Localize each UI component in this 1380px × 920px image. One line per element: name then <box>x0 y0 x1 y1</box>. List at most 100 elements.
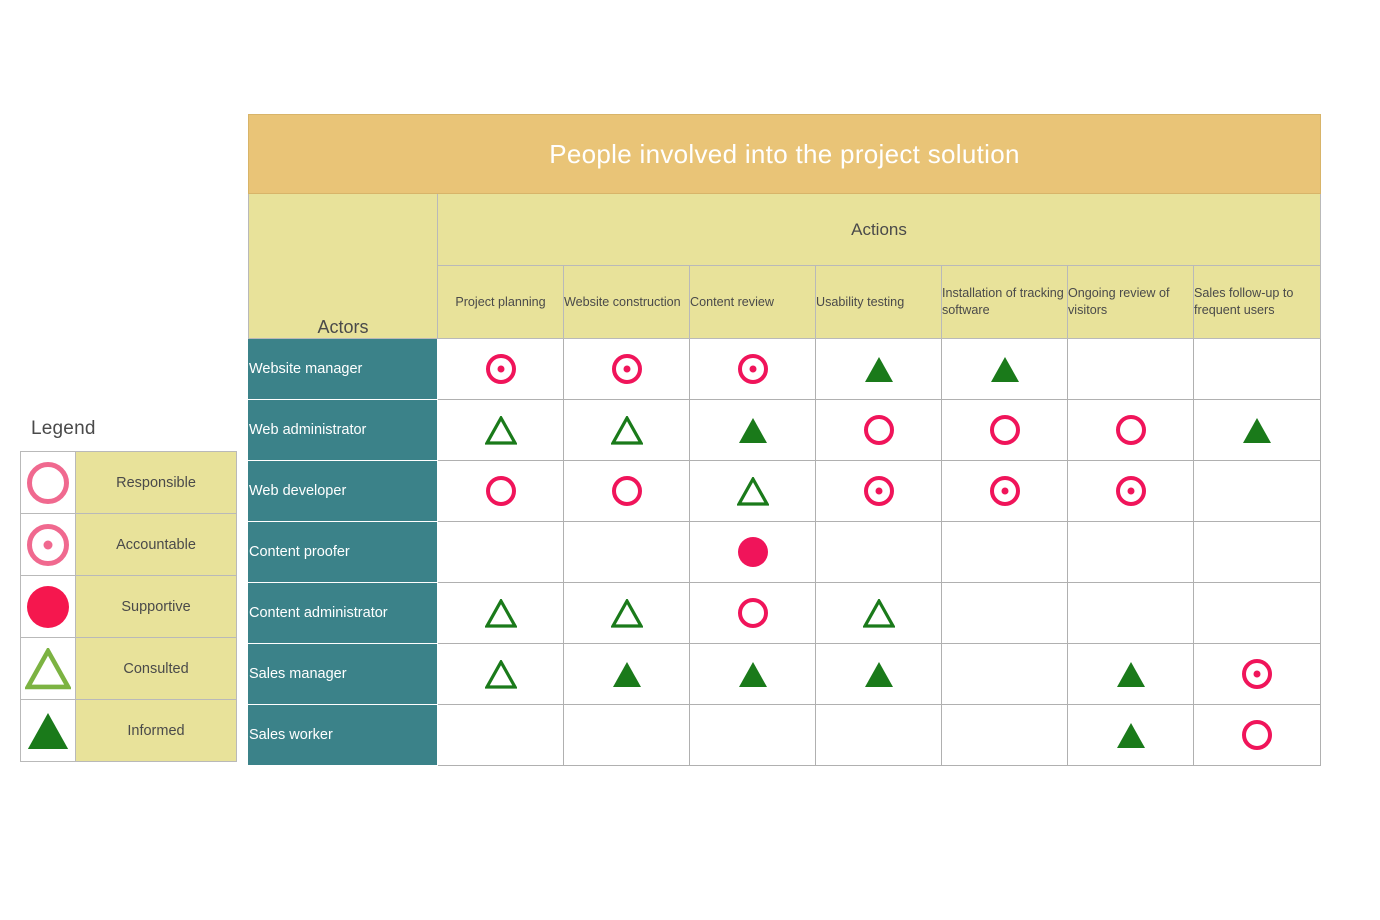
empty-cell-marker <box>1004 616 1005 617</box>
actor-label-7: Sales worker <box>248 704 438 766</box>
cell-r5-c3[interactable] <box>689 582 816 644</box>
cell-r4-c1[interactable] <box>437 521 564 583</box>
column-header-1: Project planning <box>437 265 564 339</box>
empty-cell-marker <box>1257 372 1258 373</box>
legend-item: Informed <box>20 699 237 762</box>
accountable-icon <box>989 476 1020 506</box>
informed-icon <box>1115 721 1147 750</box>
cell-r4-c7[interactable] <box>1193 521 1321 583</box>
cell-r4-c6[interactable] <box>1067 521 1194 583</box>
cell-r3-c1[interactable] <box>437 460 564 522</box>
supportive-icon <box>27 585 69 628</box>
cell-r2-c2[interactable] <box>563 399 690 461</box>
cell-r1-c7[interactable] <box>1193 338 1321 400</box>
cell-r2-c1[interactable] <box>437 399 564 461</box>
consulted-icon <box>23 645 73 690</box>
cell-r4-c5[interactable] <box>941 521 1068 583</box>
informed-icon <box>1115 660 1147 689</box>
cell-r2-c3[interactable] <box>689 399 816 461</box>
supportive-icon <box>737 537 768 567</box>
accountable-icon <box>27 523 69 566</box>
cell-r7-c3[interactable] <box>689 704 816 766</box>
cell-r5-c4[interactable] <box>815 582 942 644</box>
cell-r4-c4[interactable] <box>815 521 942 583</box>
legend-item: Responsible <box>20 451 237 514</box>
cell-r6-c1[interactable] <box>437 643 564 705</box>
responsible-icon <box>1115 415 1146 445</box>
empty-cell-marker <box>500 738 501 739</box>
cell-r6-c7[interactable] <box>1193 643 1321 705</box>
consulted-icon <box>483 414 518 445</box>
responsible-icon <box>1242 720 1272 750</box>
cell-r1-c4[interactable] <box>815 338 942 400</box>
cell-r6-c5[interactable] <box>941 643 1068 705</box>
accountable-icon <box>611 354 642 384</box>
cell-r5-c2[interactable] <box>563 582 690 644</box>
column-header-5: Installation of tracking software <box>941 265 1068 339</box>
column-header-3: Content review <box>689 265 816 339</box>
accountable-icon <box>485 354 516 384</box>
cell-r3-c4[interactable] <box>815 460 942 522</box>
page-title: People involved into the project solutio… <box>248 114 1321 194</box>
cell-r7-c5[interactable] <box>941 704 1068 766</box>
cell-r3-c3[interactable] <box>689 460 816 522</box>
cell-r2-c7[interactable] <box>1193 399 1321 461</box>
cell-r3-c7[interactable] <box>1193 460 1321 522</box>
cell-r7-c2[interactable] <box>563 704 690 766</box>
informed-icon <box>863 355 895 384</box>
informed-icon <box>737 416 769 445</box>
consulted-icon <box>609 597 644 628</box>
legend-item: Consulted <box>20 637 237 700</box>
cell-r7-c4[interactable] <box>815 704 942 766</box>
cell-r7-c1[interactable] <box>437 704 564 766</box>
cell-r5-c5[interactable] <box>941 582 1068 644</box>
cell-r5-c6[interactable] <box>1067 582 1194 644</box>
cell-r3-c5[interactable] <box>941 460 1068 522</box>
legend-label: Responsible <box>75 451 237 514</box>
informed-icon <box>25 710 71 752</box>
cell-r6-c4[interactable] <box>815 643 942 705</box>
cell-r1-c5[interactable] <box>941 338 1068 400</box>
cell-r4-c2[interactable] <box>563 521 690 583</box>
legend-item: Accountable <box>20 513 237 576</box>
empty-cell-marker <box>1004 555 1005 556</box>
responsible-icon <box>863 415 894 445</box>
cell-r5-c7[interactable] <box>1193 582 1321 644</box>
matrix-row: Sales worker <box>248 704 1321 766</box>
actor-label-3: Web developer <box>248 460 438 522</box>
cell-r1-c1[interactable] <box>437 338 564 400</box>
cell-r6-c2[interactable] <box>563 643 690 705</box>
accountable-icon <box>737 354 768 384</box>
cell-r6-c3[interactable] <box>689 643 816 705</box>
responsible-icon <box>737 598 768 628</box>
raci-matrix: People involved into the project solutio… <box>248 114 1321 766</box>
cell-r2-c4[interactable] <box>815 399 942 461</box>
cell-r2-c5[interactable] <box>941 399 1068 461</box>
cell-r7-c6[interactable] <box>1067 704 1194 766</box>
column-header-2: Website construction <box>563 265 690 339</box>
cell-r4-c3[interactable] <box>689 521 816 583</box>
matrix-row: Website manager <box>248 338 1321 400</box>
cell-r7-c7[interactable] <box>1193 704 1321 766</box>
cell-r3-c2[interactable] <box>563 460 690 522</box>
cell-r5-c1[interactable] <box>437 582 564 644</box>
actor-label-2: Web administrator <box>248 399 438 461</box>
column-header-6: Ongoing review of visitors <box>1067 265 1194 339</box>
cell-r3-c6[interactable] <box>1067 460 1194 522</box>
actions-header: Actions <box>437 193 1321 266</box>
cell-r6-c6[interactable] <box>1067 643 1194 705</box>
legend-label: Consulted <box>75 637 237 700</box>
cell-r1-c3[interactable] <box>689 338 816 400</box>
cell-r1-c2[interactable] <box>563 338 690 400</box>
empty-cell-marker <box>1130 555 1131 556</box>
legend-symbol-responsible <box>20 451 76 514</box>
cell-r1-c6[interactable] <box>1067 338 1194 400</box>
cell-r2-c6[interactable] <box>1067 399 1194 461</box>
empty-cell-marker <box>500 555 501 556</box>
legend-item: Supportive <box>20 575 237 638</box>
legend-symbol-informed <box>20 699 76 762</box>
legend-symbol-accountable <box>20 513 76 576</box>
responsible-icon <box>485 476 516 506</box>
empty-cell-marker <box>1257 555 1258 556</box>
actor-label-6: Sales manager <box>248 643 438 705</box>
